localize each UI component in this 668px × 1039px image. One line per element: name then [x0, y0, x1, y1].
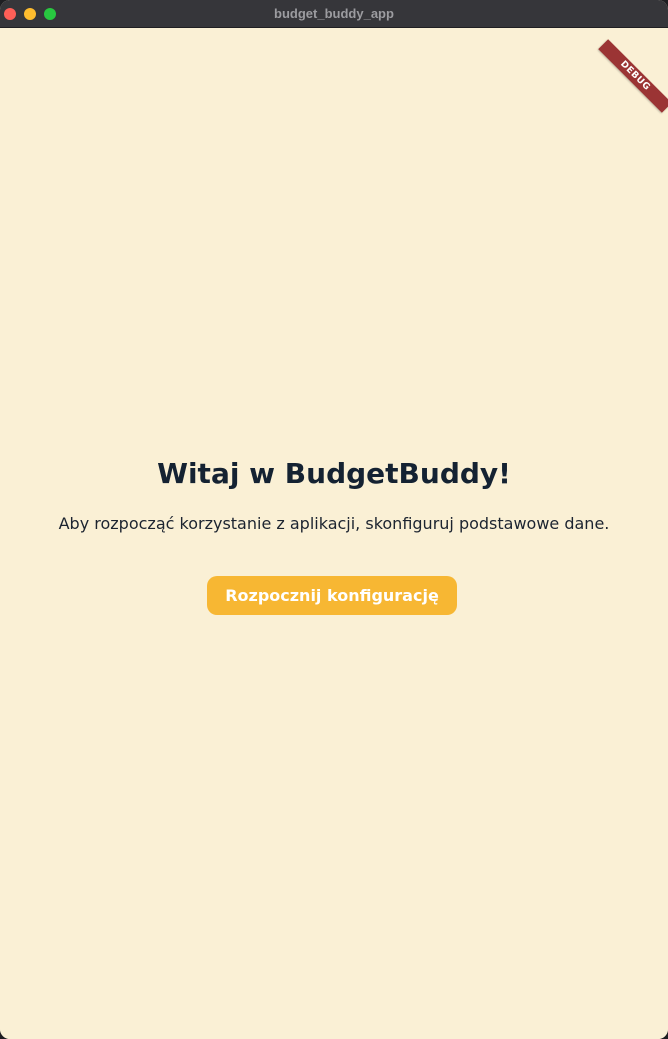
start-setup-button[interactable]: Rozpocznij konfigurację — [207, 576, 457, 615]
welcome-description: Aby rozpocząć korzystanie z aplikacji, s… — [58, 514, 610, 533]
title-bar[interactable]: budget_buddy_app — [0, 0, 668, 28]
window-title: budget_buddy_app — [274, 6, 394, 21]
debug-banner: DEBUG — [598, 39, 668, 113]
welcome-screen: DEBUG Witaj w BudgetBuddy! Aby rozpocząć… — [0, 29, 668, 1039]
welcome-heading: Witaj w BudgetBuddy! — [157, 457, 511, 490]
app-window: budget_buddy_app DEBUG Witaj w BudgetBud… — [0, 0, 668, 1039]
